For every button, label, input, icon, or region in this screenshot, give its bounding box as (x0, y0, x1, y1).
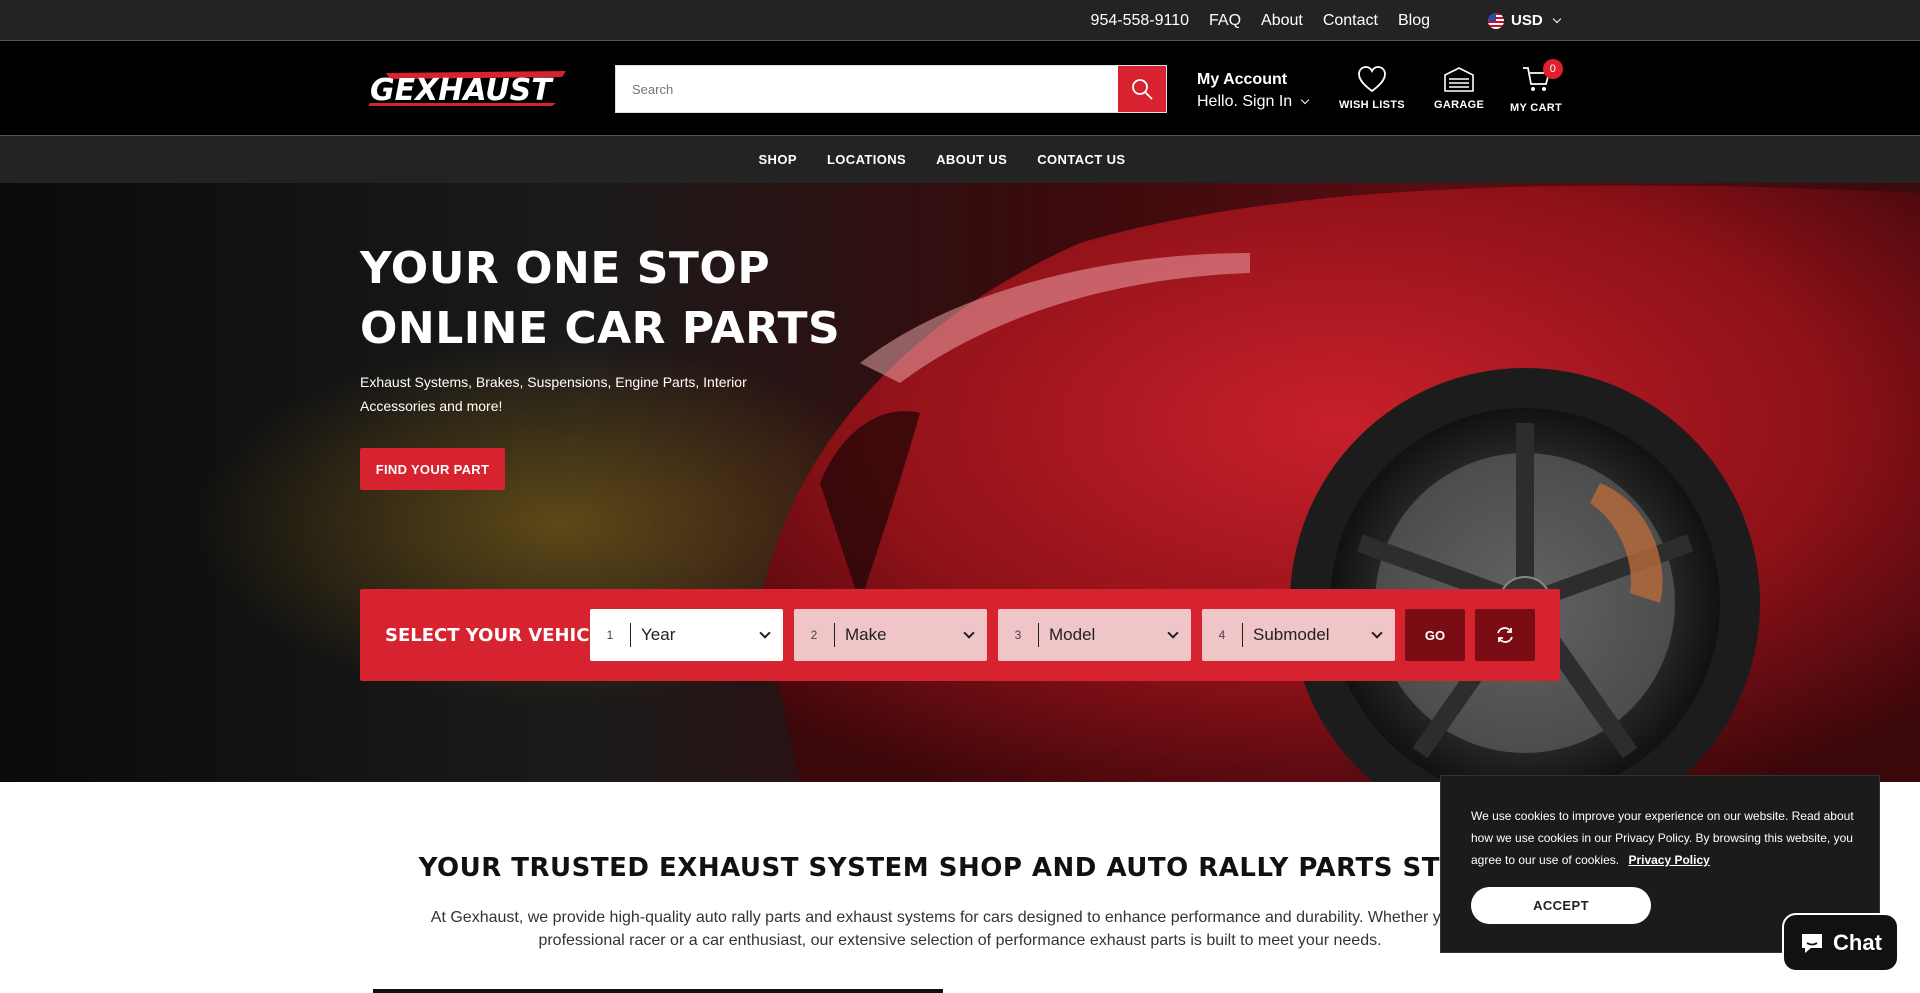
garage-icon (1444, 67, 1474, 92)
cart-count-badge: 0 (1543, 59, 1563, 79)
about-link[interactable]: About (1261, 12, 1303, 30)
promo-image-strip (373, 989, 943, 993)
year-select[interactable]: 1 Year (590, 609, 783, 661)
account-title: My Account (1197, 71, 1288, 88)
currency-selector[interactable]: USD (1488, 0, 1561, 41)
chat-bubble-icon (1802, 933, 1823, 953)
chevron-down-icon (963, 626, 975, 639)
hero-subtitle: Exhaust Systems, Brakes, Suspensions, En… (360, 374, 747, 414)
vehicle-selector: SELECT YOUR VEHICLE 1 Year 2 Make 3 Mode… (360, 589, 1560, 681)
gexhaust-logo[interactable]: GEXHAUST (366, 69, 578, 107)
find-your-part-button[interactable]: FIND YOUR PART (360, 448, 505, 490)
phone-link[interactable]: 954-558-9110 (1091, 12, 1189, 30)
garage-label: GARAGE (1434, 99, 1485, 111)
account-signin[interactable]: Hello. Sign In (1197, 93, 1310, 111)
main-nav: SHOP LOCATIONS ABOUT US CONTACT US (0, 135, 1920, 183)
model-select[interactable]: 3 Model (998, 609, 1191, 661)
make-label: Make (845, 625, 887, 644)
top-bar-links: 954-558-9110 FAQ About Contact Blog (1091, 0, 1430, 41)
step-number: 3 (1014, 628, 1022, 642)
logo-text: GEXHAUST (370, 73, 554, 107)
cart-link[interactable]: 0 MY CART (1510, 59, 1563, 114)
step-number: 2 (810, 628, 818, 642)
go-button[interactable]: GO (1405, 609, 1465, 661)
chevron-down-icon (1371, 626, 1383, 639)
us-flag-icon (1488, 12, 1504, 29)
accept-cookies-button[interactable]: ACCEPT (1471, 887, 1651, 924)
cart-label: MY CART (1510, 102, 1563, 114)
reset-button[interactable] (1475, 609, 1535, 661)
make-select[interactable]: 2 Make (794, 609, 987, 661)
submodel-label: Submodel (1253, 625, 1330, 644)
garage-link[interactable]: GARAGE (1434, 65, 1484, 111)
blog-link[interactable]: Blog (1398, 12, 1430, 30)
currency-label: USD (1511, 12, 1543, 29)
hero-title-line1: YOUR ONE STOP (360, 243, 771, 294)
main-header: GEXHAUST My Account Hello. Sign In WISH … (0, 41, 1920, 135)
intro-text: At Gexhaust, we provide high-quality aut… (430, 909, 1490, 949)
chat-label: Chat (1833, 929, 1882, 955)
refresh-icon (1497, 627, 1513, 643)
nav-item-contact-us[interactable]: CONTACT US (1037, 152, 1125, 167)
nav-item-shop[interactable]: SHOP (758, 152, 796, 167)
chevron-down-icon (1167, 626, 1179, 639)
chat-button[interactable]: Chat (1782, 913, 1899, 972)
step-number: 4 (1218, 628, 1226, 642)
search-input[interactable] (616, 66, 1119, 112)
hero-car-image (760, 185, 1920, 782)
search-button[interactable] (1118, 66, 1166, 112)
signin-label: Hello. Sign In (1197, 93, 1293, 110)
step-number: 1 (606, 628, 614, 642)
heart-icon (1358, 66, 1386, 93)
cookie-text-block: We use cookies to improve your experienc… (1471, 805, 1856, 871)
year-label: Year (641, 625, 676, 644)
nav-item-about-us[interactable]: ABOUT US (936, 152, 1007, 167)
search-icon (1132, 79, 1153, 100)
chevron-down-icon (759, 626, 771, 639)
faq-link[interactable]: FAQ (1209, 12, 1241, 30)
vehicle-selector-title: SELECT YOUR VEHICLE (385, 624, 614, 646)
hero-title-line2: ONLINE CAR PARTS (360, 303, 841, 354)
chevron-down-icon (1300, 95, 1310, 105)
cart-icon-wrap: 0 (1521, 59, 1563, 96)
wishlist-label: WISH LISTS (1339, 99, 1405, 111)
top-bar: 954-558-9110 FAQ About Contact Blog USD (0, 0, 1920, 41)
chevron-down-icon (1552, 14, 1561, 23)
model-label: Model (1049, 625, 1096, 644)
contact-link[interactable]: Contact (1323, 12, 1378, 30)
hero-banner: YOUR ONE STOP ONLINE CAR PARTS Exhaust S… (0, 183, 1920, 782)
search-bar (615, 65, 1167, 113)
submodel-select[interactable]: 4 Submodel (1202, 609, 1395, 661)
wishlist-link[interactable]: WISH LISTS (1339, 65, 1405, 111)
account-menu[interactable]: My Account Hello. Sign In (1197, 71, 1310, 111)
nav-item-locations[interactable]: LOCATIONS (827, 152, 906, 167)
privacy-policy-link[interactable]: Privacy Policy (1628, 853, 1709, 867)
hero-title: YOUR ONE STOP ONLINE CAR PARTS (360, 239, 880, 359)
